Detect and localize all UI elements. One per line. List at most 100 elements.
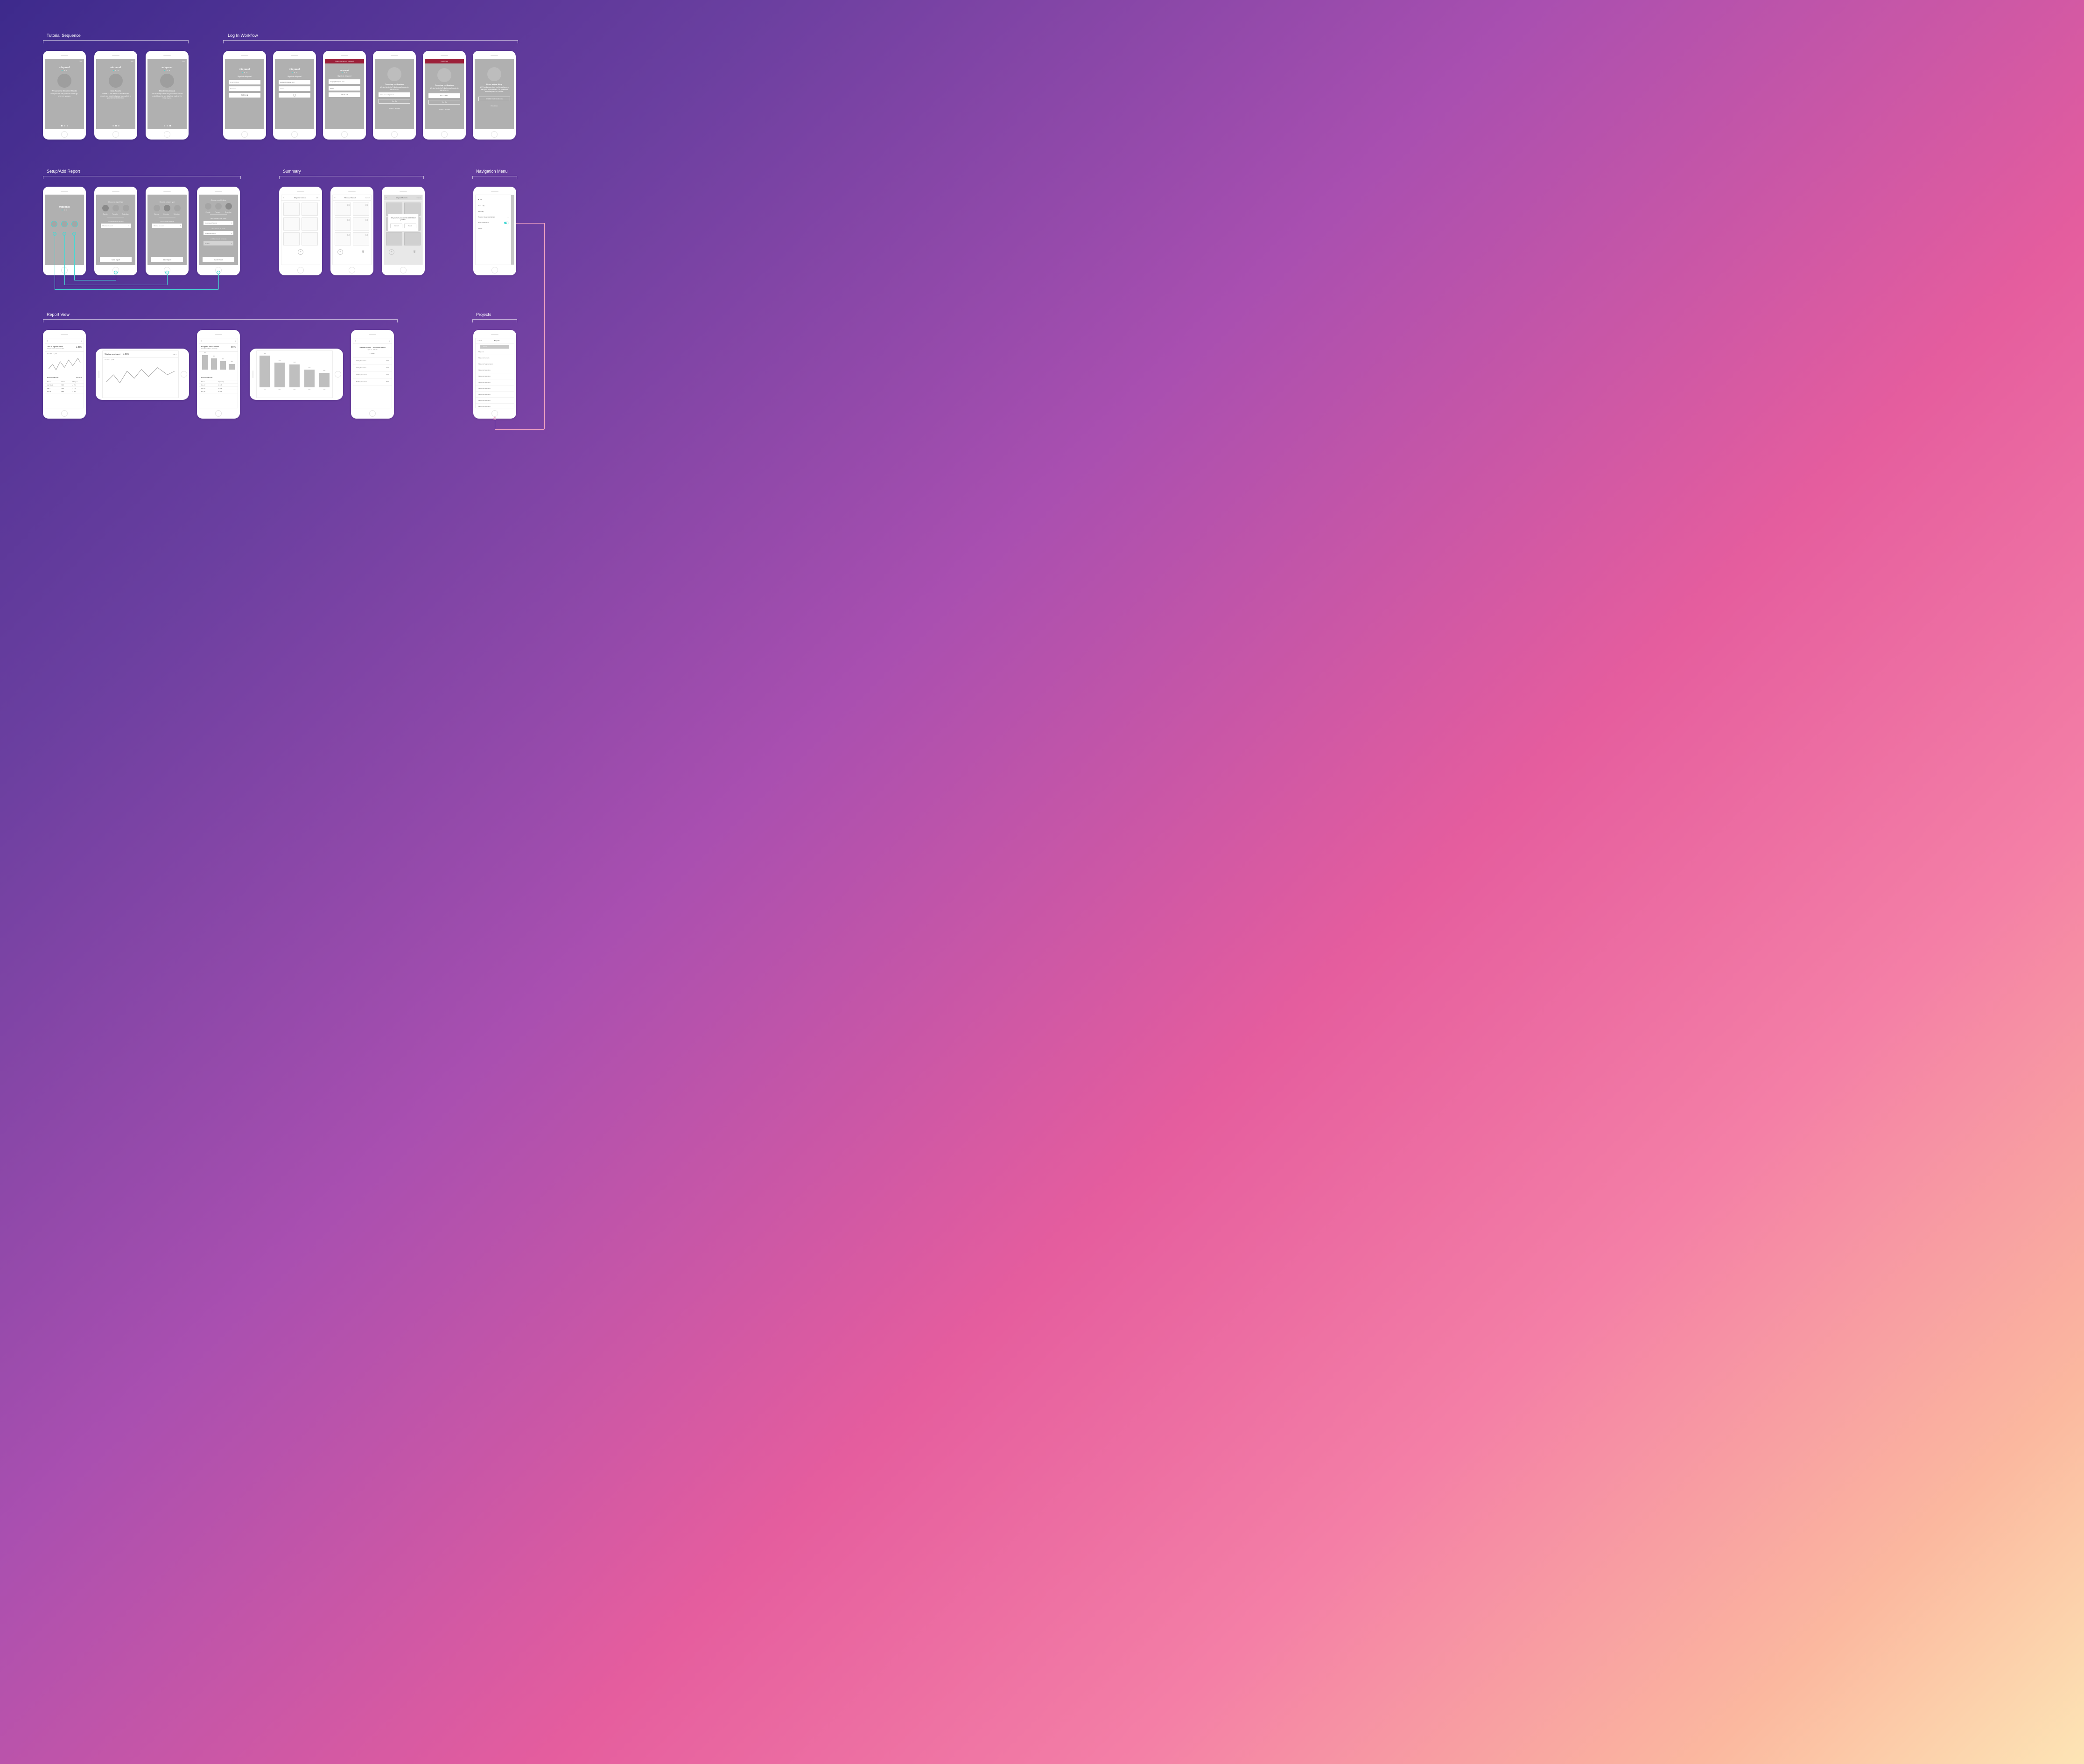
code-field[interactable]: 7473498 (428, 93, 460, 98)
menu-icon[interactable]: ☰ (355, 340, 356, 342)
event-select[interactable]: Choose an event▾ (152, 224, 182, 228)
menu-projects[interactable]: Projects: iHeart Mobile App⋯ (478, 214, 509, 220)
edit-icon[interactable]: ✎ (365, 204, 368, 206)
menu-summary[interactable]: Summary (478, 209, 509, 214)
menu-push-notifications[interactable]: Push Notifications (478, 220, 509, 225)
share-icon[interactable]: ⇪ (235, 340, 236, 342)
report-type-events[interactable] (51, 221, 57, 227)
verify-button[interactable]: Verify (428, 100, 460, 105)
edit-icon[interactable]: ✎ (347, 204, 350, 206)
tab-retention[interactable]: Retention (225, 211, 232, 213)
panel-tile[interactable]: ✎ (353, 203, 369, 216)
tab-funnels[interactable]: Funnels (215, 211, 220, 213)
tab-funnels[interactable]: Funnels (112, 213, 117, 215)
save-report-button[interactable]: Save report (203, 257, 234, 262)
metric-option[interactable] (215, 203, 222, 210)
modal-delete-button[interactable]: Delete (404, 224, 416, 228)
panel-tile[interactable]: ✎ (335, 203, 351, 216)
metric-option[interactable] (225, 203, 232, 210)
cancel-link[interactable]: Cancel (365, 197, 370, 199)
menu-icon[interactable]: ☰ (283, 197, 284, 199)
email-field[interactable]: cooper@mixpanel.com (329, 79, 360, 84)
panel-tile[interactable] (283, 217, 300, 231)
signin-button[interactable] (279, 93, 310, 98)
page-indicator[interactable] (45, 125, 84, 126)
menu-icon[interactable]: ☰ (386, 197, 387, 199)
tab-funnels[interactable]: Funnels (163, 213, 168, 215)
panel-tile[interactable]: ✎ (335, 217, 351, 231)
project-item[interactable]: Mixpanel Retention (476, 385, 514, 392)
event-select[interactable]: Choose an event▾ (203, 231, 233, 235)
resend-link[interactable]: Resend / Go back (375, 107, 414, 109)
panel-tile[interactable]: ✎ (335, 232, 351, 245)
trends-filter[interactable]: Weekly ▾ (76, 377, 82, 378)
toggle-switch[interactable] (504, 222, 509, 224)
save-report-button[interactable]: Save report (151, 257, 183, 262)
signin-button[interactable]: SIGN IN (329, 92, 360, 97)
edit-icon[interactable]: ✎ (347, 234, 350, 236)
project-item[interactable]: iHeart (480, 345, 509, 349)
back-button[interactable]: < Back (477, 340, 482, 342)
panel-tile[interactable]: ✎ (353, 217, 369, 231)
menu-icon[interactable]: ☰ (201, 340, 202, 342)
menu-send-tip[interactable]: Send a Tip (478, 203, 509, 209)
tab-events[interactable]: Events (154, 213, 159, 215)
cancel-link[interactable]: Cancel (417, 197, 421, 199)
skip-link[interactable]: Skip (131, 60, 133, 62)
project-item[interactable]: Mixpanel Funnels (476, 355, 514, 361)
project-item[interactable]: Mixpanel Retention (476, 373, 514, 379)
project-item[interactable]: Mixpanel Retention (476, 392, 514, 398)
granularity-select[interactable]: Day ▾ (173, 353, 176, 355)
project-item[interactable]: Mixpanel Segmentation (476, 361, 514, 367)
trash-icon[interactable]: 🗑 (362, 251, 366, 253)
page-indicator[interactable] (147, 125, 187, 126)
panel-tile[interactable] (302, 232, 318, 245)
tab-retention[interactable]: Retention (174, 213, 180, 215)
edit-icon[interactable]: ✎ (347, 219, 350, 221)
password-field[interactable]: Password (229, 86, 260, 91)
project-item[interactable]: Mixpanel Retention (476, 398, 514, 404)
page-indicator[interactable] (96, 125, 135, 126)
bar-chart[interactable]: 500 400 300 200 (199, 352, 238, 375)
signin-button[interactable]: SIGN IN (229, 93, 260, 98)
later-link[interactable]: I'll do it later (475, 105, 514, 107)
panel-tile[interactable] (283, 232, 300, 245)
password-field[interactable]: •••••••• (279, 86, 310, 91)
password-field[interactable]: •••••••• (329, 86, 360, 91)
project-item[interactable]: Mixpanel Retention (476, 404, 514, 408)
email-field[interactable]: cooper@mixpanel.com (279, 80, 310, 84)
menu-icon[interactable]: ☰ (47, 340, 48, 342)
report-type-option[interactable] (154, 205, 160, 211)
edit-icon[interactable]: ✎ (365, 219, 368, 221)
line-chart[interactable] (45, 355, 84, 375)
panel-tile[interactable] (302, 217, 318, 231)
report-type-funnels[interactable] (61, 221, 68, 227)
panel-tile[interactable] (302, 203, 318, 216)
resend-link[interactable]: Resend / Go back (425, 108, 464, 110)
enable-notifications-button[interactable]: Enable notifications (478, 97, 510, 101)
verify-button[interactable]: Verify (379, 99, 410, 104)
line-chart[interactable] (103, 362, 178, 391)
report-type-retention[interactable] (71, 221, 78, 227)
email-field[interactable]: Email Address (229, 80, 260, 84)
menu-icon[interactable]: ☰ (334, 197, 336, 199)
tab-events[interactable]: Events (206, 211, 211, 213)
share-icon[interactable]: ⇪ (81, 340, 82, 342)
metric-option[interactable] (205, 203, 211, 210)
menu-logout[interactable]: Logout (478, 225, 509, 231)
filter-select[interactable]: No filter▾ (203, 241, 233, 245)
bar-chart[interactable]: 580100 45083% 41062% 32553% 25545% (257, 351, 332, 393)
panel-tile[interactable]: ✎ (353, 232, 369, 245)
edit-icon[interactable]: ✎ (365, 234, 368, 236)
modal-cancel-button[interactable]: Cancel (390, 224, 402, 228)
report-type-option[interactable] (112, 205, 119, 211)
report-type-option[interactable] (123, 205, 129, 211)
share-icon[interactable]: ⇪ (389, 340, 390, 342)
tab-events[interactable]: Events (103, 213, 108, 215)
event-select[interactable]: Completed Tutorial▾ (203, 221, 233, 225)
report-type-option[interactable] (102, 205, 109, 211)
edit-link[interactable]: Edit (316, 197, 318, 199)
drawer-edge[interactable] (511, 195, 514, 265)
project-item[interactable]: Mixpanel (476, 349, 514, 355)
tab-retention[interactable]: Retention (122, 213, 129, 215)
